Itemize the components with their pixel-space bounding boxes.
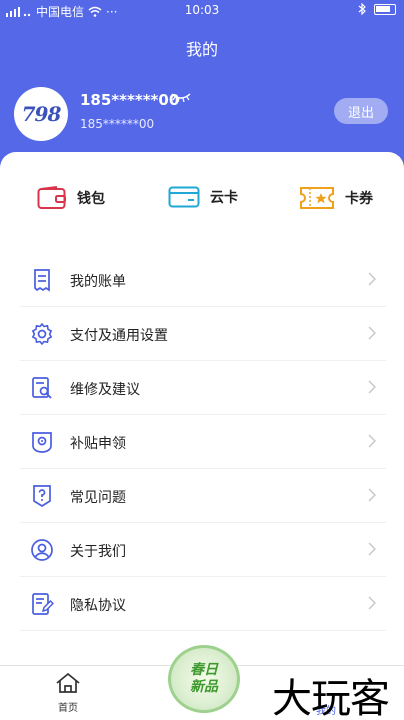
menu-item-label: 常见问题 — [70, 490, 126, 506]
tab-home[interactable]: 首页 — [44, 672, 92, 714]
home-icon — [56, 672, 80, 693]
status-bar: 中国电信 ··· 10:03 — [0, 0, 404, 22]
promo-badge[interactable]: 春日 新品 — [168, 645, 240, 713]
user-icon — [31, 539, 53, 561]
menu-item-label: 支付及通用设置 — [70, 328, 168, 344]
battery-icon — [374, 3, 396, 15]
eye-closed-icon[interactable] — [170, 90, 192, 104]
chevron-right-icon — [368, 488, 376, 502]
menu-item-subsidy[interactable]: 补贴申领 — [20, 415, 386, 469]
coupon-icon — [300, 187, 334, 209]
menu-item-bill[interactable]: 我的账单 — [20, 253, 386, 307]
menu-item-faq[interactable]: 常见问题 — [20, 469, 386, 523]
menu-item-label: 关于我们 — [70, 544, 126, 560]
chevron-right-icon — [368, 380, 376, 394]
logout-button[interactable]: 退出 — [334, 98, 388, 124]
coupon-label: 卡券 — [345, 191, 373, 207]
menu-item-privacy[interactable]: 隐私协议 — [20, 577, 386, 631]
menu-item-about[interactable]: 关于我们 — [20, 523, 386, 577]
menu-item-label: 隐私协议 — [70, 598, 126, 614]
bluetooth-icon — [358, 3, 366, 15]
menu-item-settings[interactable]: 支付及通用设置 — [20, 307, 386, 361]
chevron-right-icon — [368, 326, 376, 340]
chevron-right-icon — [368, 596, 376, 610]
phone-number: 185******00 — [80, 91, 180, 109]
repair-icon — [32, 377, 52, 399]
gear-icon — [31, 323, 52, 345]
wallet-label: 钱包 — [77, 191, 105, 207]
avatar[interactable]: 798 — [14, 87, 68, 141]
menu-item-repair[interactable]: 维修及建议 — [20, 361, 386, 415]
status-time: 10:03 — [184, 3, 220, 17]
quick-action-coupon[interactable]: 卡券 — [299, 186, 373, 210]
chevron-right-icon — [368, 272, 376, 286]
page-title: 我的 — [185, 40, 218, 59]
card-icon — [168, 186, 200, 208]
chevron-right-icon — [368, 542, 376, 556]
quick-action-card[interactable]: 云卡 — [168, 186, 238, 208]
phone-number-sub: 185******00 — [80, 117, 155, 131]
tab-home-label: 首页 — [58, 703, 78, 714]
menu-item-label: 维修及建议 — [70, 382, 140, 398]
menu-item-label: 我的账单 — [70, 274, 126, 290]
quick-action-wallet[interactable]: 钱包 — [37, 186, 105, 210]
status-right — [358, 3, 396, 15]
menu-item-label: 补贴申领 — [70, 436, 126, 452]
document-edit-icon — [32, 593, 54, 615]
watermark: 大玩客 — [272, 676, 390, 720]
card-label: 云卡 — [210, 190, 238, 206]
question-icon — [33, 485, 51, 508]
chevron-right-icon — [368, 434, 376, 448]
subsidy-icon — [32, 432, 52, 453]
bill-icon — [34, 269, 50, 292]
avatar-text: 798 — [21, 102, 62, 126]
wallet-icon — [37, 186, 66, 209]
promo-line2: 新品 — [190, 679, 218, 695]
promo-line1: 春日 — [190, 662, 218, 678]
